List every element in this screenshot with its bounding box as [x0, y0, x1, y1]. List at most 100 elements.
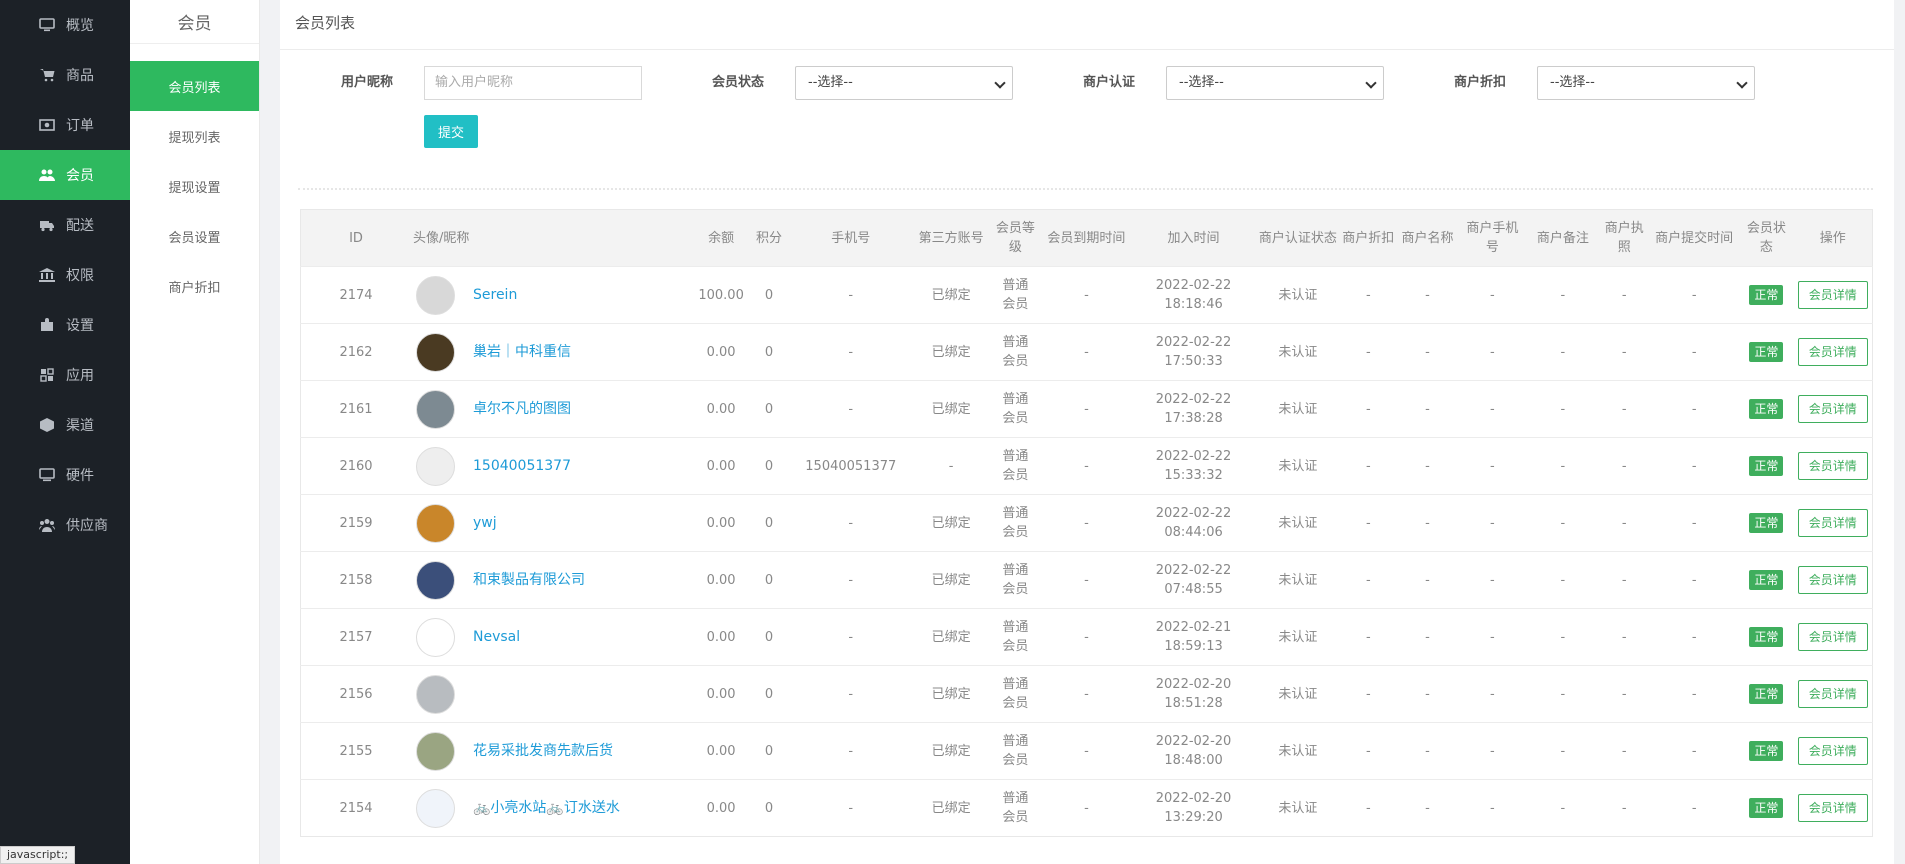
- column-header: 会员到期时间: [1041, 209, 1132, 267]
- subnav-withdraw-settings[interactable]: 提现设置: [130, 161, 259, 211]
- nav-item-members[interactable]: 会员: [0, 150, 130, 200]
- member-nickname-link[interactable]: 🚲小亮水站🚲订水送水: [473, 799, 620, 818]
- phone-cell: -: [788, 380, 913, 438]
- mlicense-cell: -: [1599, 779, 1650, 837]
- nav-item-apps[interactable]: 应用: [0, 350, 130, 400]
- id-cell: 2160: [300, 437, 411, 495]
- member-nickname-link[interactable]: Serein: [473, 286, 517, 305]
- points-cell: 0: [749, 323, 789, 381]
- member-level: 普通会员: [1002, 392, 1029, 426]
- action-cell: 会员详情: [1793, 665, 1873, 723]
- discount-cell: -: [1340, 323, 1397, 381]
- nav-item-suppliers[interactable]: 供应商: [0, 500, 130, 550]
- balance-cell: 0.00: [692, 722, 750, 780]
- column-header: 商户手机号: [1458, 209, 1527, 267]
- filter-bar: 用户昵称 输入用户昵称 会员状态 --选择-- 商户认证 --选择-- 商户折扣…: [280, 66, 1894, 102]
- column-header: 商户提交时间: [1649, 209, 1740, 267]
- nav-label: 渠道: [66, 418, 94, 434]
- nav-item-goods[interactable]: 商品: [0, 50, 130, 100]
- nickname-cell: 花易采批发商先款后货: [411, 722, 693, 780]
- avatar: [416, 332, 455, 372]
- join-clock: 18:48:00: [1164, 753, 1223, 768]
- nav-item-overview[interactable]: 概览: [0, 0, 130, 50]
- member-nickname-link[interactable]: 和束製品有限公司: [473, 571, 585, 590]
- member-nickname-link[interactable]: 卓尔不凡的图图: [473, 400, 571, 419]
- level-cell: 普通会员: [989, 665, 1042, 723]
- status-badge: 正常: [1749, 798, 1784, 818]
- member-detail-button[interactable]: 会员详情: [1797, 338, 1868, 366]
- member-nickname-link[interactable]: 花易采批发商先款后货: [473, 742, 613, 761]
- subnav-member-list[interactable]: 会员列表: [130, 61, 259, 111]
- sub-sidebar: 会员 会员列表 提现列表 提现设置 会员设置 商户折扣: [130, 0, 260, 864]
- member-level: 普通会员: [1002, 677, 1029, 711]
- avatar: [416, 275, 455, 315]
- msubmit-cell: -: [1649, 437, 1740, 495]
- member-identity: 和束製品有限公司: [411, 560, 693, 600]
- nav-item-hardware[interactable]: 硬件: [0, 450, 130, 500]
- member-detail-button[interactable]: 会员详情: [1797, 395, 1868, 423]
- member-detail-button[interactable]: 会员详情: [1797, 623, 1868, 651]
- expire-cell: -: [1041, 266, 1132, 324]
- member-detail-button[interactable]: 会员详情: [1797, 281, 1868, 309]
- chevron-down-icon: [994, 77, 1006, 89]
- merchant-auth-select[interactable]: --选择--: [1166, 66, 1384, 100]
- nav-item-delivery[interactable]: 配送: [0, 200, 130, 250]
- balance-cell: 0.00: [692, 608, 750, 666]
- nav-label: 配送: [66, 218, 94, 234]
- member-identity: [411, 674, 693, 714]
- auth-cell: 未认证: [1255, 437, 1341, 495]
- status-badge: 正常: [1749, 627, 1784, 647]
- mnote-cell: -: [1526, 779, 1600, 837]
- subnav-withdraw-list[interactable]: 提现列表: [130, 111, 259, 161]
- column-header: 余额: [692, 209, 750, 267]
- auth-cell: 未认证: [1255, 380, 1341, 438]
- mphone-cell: -: [1458, 323, 1527, 381]
- table-row: 2174 Serein 100.00 0- 已绑定 普通会员 -2022-02-22 18:1…: [300, 266, 1873, 324]
- member-nickname-link[interactable]: ywj: [473, 514, 497, 533]
- member-level: 普通会员: [1002, 506, 1029, 540]
- nickname-cell: 巢岩｜中科重信: [411, 323, 693, 381]
- member-level: 普通会员: [1002, 563, 1029, 597]
- member-nickname-link[interactable]: 15040051377: [473, 457, 571, 476]
- member-detail-button[interactable]: 会员详情: [1797, 452, 1868, 480]
- member-status-select[interactable]: --选择--: [795, 66, 1013, 100]
- member-status-label: 会员状态: [711, 75, 764, 90]
- status-cell: 正常: [1739, 323, 1794, 381]
- status-cell: 正常: [1739, 722, 1794, 780]
- merchant-discount-select[interactable]: --选择--: [1537, 66, 1755, 100]
- nav-item-permissions[interactable]: 权限: [0, 250, 130, 300]
- merchant-discount-value: --选择--: [1550, 75, 1595, 90]
- subnav-merchant-discount[interactable]: 商户折扣: [130, 261, 259, 311]
- member-detail-button[interactable]: 会员详情: [1797, 737, 1868, 765]
- avatar: [416, 674, 455, 714]
- member-detail-button[interactable]: 会员详情: [1797, 566, 1868, 594]
- mnote-cell: -: [1526, 266, 1600, 324]
- member-detail-button[interactable]: 会员详情: [1797, 680, 1868, 708]
- balance-cell: 0.00: [692, 494, 750, 552]
- nickname-input[interactable]: 输入用户昵称: [424, 66, 642, 100]
- submit-button[interactable]: 提交: [424, 115, 478, 148]
- join-time-cell: 2022-02-22 17:50:33: [1131, 323, 1256, 381]
- member-detail-button[interactable]: 会员详情: [1797, 794, 1868, 822]
- join-date: 2022-02-22: [1155, 563, 1232, 578]
- member-nickname-link[interactable]: 巢岩｜中科重信: [473, 343, 571, 362]
- nav-item-channels[interactable]: 渠道: [0, 400, 130, 450]
- column-header: 商户备注: [1526, 209, 1600, 267]
- nav-item-orders[interactable]: 订单: [0, 100, 130, 150]
- table-row: 2159 ywj 0.00 0- 已绑定 普通会员 -2022-02-22 08:44:06 未…: [300, 494, 1873, 552]
- column-header: 商户执照: [1599, 209, 1650, 267]
- column-header: 商户折扣: [1340, 209, 1397, 267]
- action-cell: 会员详情: [1793, 266, 1873, 324]
- auth-cell: 未认证: [1255, 494, 1341, 552]
- balance-cell: 0.00: [692, 380, 750, 438]
- expire-cell: -: [1041, 494, 1132, 552]
- mnote-cell: -: [1526, 608, 1600, 666]
- main-sidebar: 概览 商品 订单 会员 配送 权限 设置 应用 渠道 硬件 供应商: [0, 0, 130, 864]
- subnav-member-settings[interactable]: 会员设置: [130, 211, 259, 261]
- member-detail-button[interactable]: 会员详情: [1797, 509, 1868, 537]
- nav-item-settings[interactable]: 设置: [0, 300, 130, 350]
- member-nickname-link[interactable]: Nevsal: [473, 628, 520, 647]
- action-cell: 会员详情: [1793, 323, 1873, 381]
- third-cell: 已绑定: [912, 323, 990, 381]
- monitor-icon: [38, 17, 56, 33]
